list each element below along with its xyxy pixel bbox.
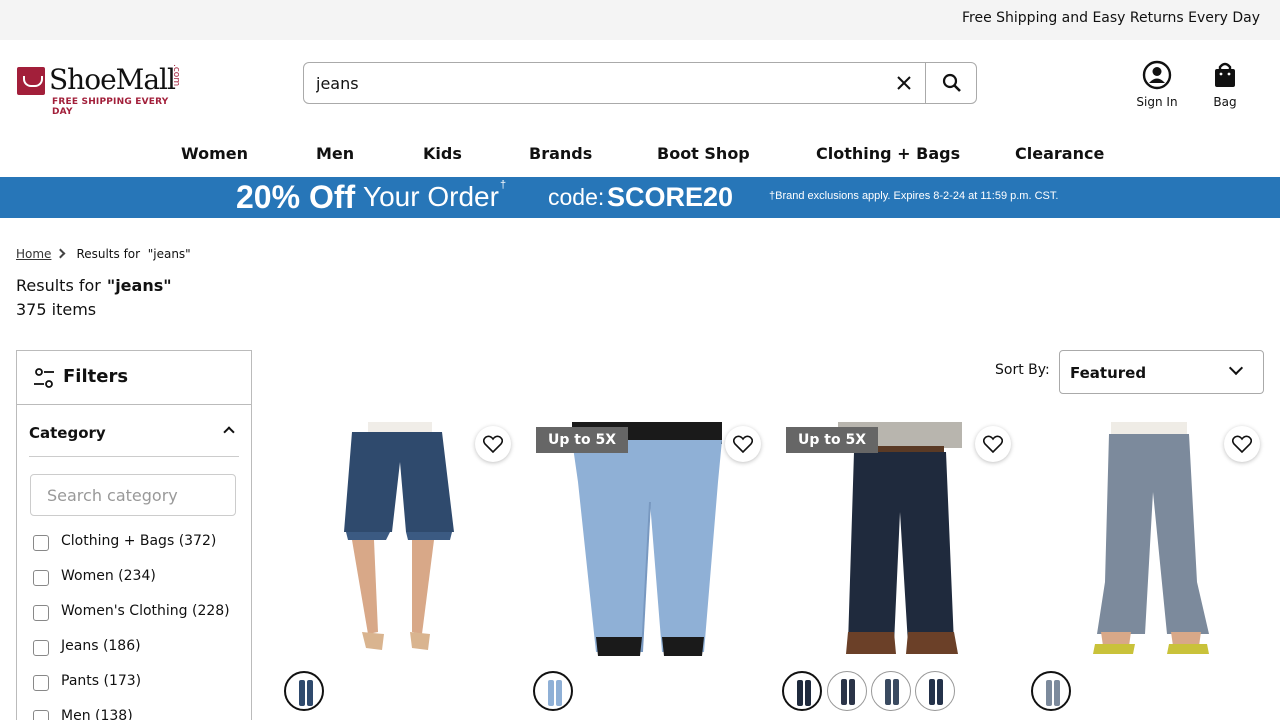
category-option-label: Women (234) [61,568,156,584]
banner-order-text: Your Order [363,181,499,212]
clear-search-icon[interactable] [892,71,916,95]
banner-discount: 20% Off [236,179,356,215]
top-promo-bar: Free Shipping and Easy Returns Every Day [0,0,1280,40]
search-button[interactable] [925,63,976,103]
checkbox[interactable] [33,535,49,551]
checkbox[interactable] [33,710,49,720]
color-swatch[interactable] [871,671,911,711]
breadcrumb-home-link[interactable]: Home [16,247,51,261]
filters-panel: Filters Category Clothing + Bags (372) W… [16,350,252,720]
logo-mark-icon [17,67,45,95]
checkbox[interactable] [33,675,49,691]
free-shipping-text: Free Shipping and Easy Returns Every Day [961,10,1260,26]
user-icon [1142,60,1172,90]
shoemall-logo[interactable]: ShoeMall .com FREE SHIPPING EVERY DAY [17,63,187,117]
nav-brands[interactable]: Brands [529,144,592,163]
checkbox[interactable] [33,605,49,621]
size-badge: Up to 5X [536,427,628,453]
chevron-up-icon [223,426,235,438]
logo-suffix: .com [171,64,181,87]
size-badge: Up to 5X [786,427,878,453]
checkbox[interactable] [33,640,49,656]
results-query: "jeans" [106,276,172,295]
shopping-bag-icon [1215,62,1235,87]
filters-title: Filters [63,366,129,387]
checkbox[interactable] [33,570,49,586]
category-search-input[interactable] [30,474,236,516]
wishlist-heart-icon[interactable] [725,426,761,462]
banner-fine-print: †Brand exclusions apply. Expires 8-2-24 … [769,190,1059,202]
sort-by-label: Sort By: [995,362,1050,378]
nav-clearance[interactable]: Clearance [1015,144,1104,163]
product-card[interactable] [1031,422,1264,720]
category-option-label: Men (138) [61,708,133,720]
chevron-down-icon [1228,360,1244,376]
search-input[interactable] [304,63,884,103]
nav-boot-shop[interactable]: Boot Shop [657,144,750,163]
category-heading: Category [29,424,106,442]
search-bar [303,62,977,104]
logo-name: ShoeMall [49,63,176,96]
product-card[interactable]: Up to 5X [782,422,1015,720]
color-swatch[interactable] [827,671,867,711]
nav-women[interactable]: Women [181,144,248,163]
banner-promo-code: SCORE20 [607,182,734,212]
sign-in-button[interactable]: Sign In [1127,60,1187,112]
category-option-label: Women's Clothing (228) [61,603,230,619]
logo-tagline: FREE SHIPPING EVERY DAY [52,97,169,117]
nav-kids[interactable]: Kids [423,144,462,163]
wishlist-heart-icon[interactable] [475,426,511,462]
breadcrumb-current-label: Results for [76,247,141,261]
color-swatch[interactable] [1031,671,1071,711]
results-heading: Results for "jeans" [16,276,172,295]
results-count: 375 items [16,300,97,319]
banner-dagger: † [500,179,507,191]
product-card[interactable]: Up to 5X [532,422,765,720]
filters-header: Filters [17,351,251,405]
results-label: Results for [16,276,101,295]
sort-selected-value: Featured [1070,364,1147,382]
bag-label: Bag [1213,95,1237,109]
main-nav: Women Men Kids Brands Boot Shop Clothing… [0,140,1280,170]
banner-code-label: code: [548,184,605,210]
color-swatch[interactable] [533,671,573,711]
category-option-label: Jeans (186) [61,638,141,654]
category-option-label: Pants (173) [61,673,142,689]
color-swatch[interactable] [284,671,324,711]
sign-in-label: Sign In [1136,95,1178,109]
nav-men[interactable]: Men [316,144,354,163]
bag-button[interactable]: Bag [1195,60,1255,112]
search-icon [942,73,961,92]
sort-select[interactable]: Featured [1059,350,1264,394]
wishlist-heart-icon[interactable] [975,426,1011,462]
color-swatch[interactable] [782,671,822,711]
category-option-label: Clothing + Bags (372) [61,533,217,549]
category-accordion[interactable]: Category [29,423,239,457]
filter-sliders-icon [34,368,54,388]
color-swatch[interactable] [915,671,955,711]
breadcrumb-current-query: "jeans" [147,247,191,261]
nav-clothing-bags[interactable]: Clothing + Bags [816,144,960,163]
breadcrumb: Home Results for "jeans" [16,247,191,261]
promo-banner[interactable]: 20% Off Your Order † code: SCORE20 †Bran… [0,177,1280,218]
product-card[interactable] [282,422,515,720]
wishlist-heart-icon[interactable] [1224,426,1260,462]
chevron-right-icon [55,248,66,259]
